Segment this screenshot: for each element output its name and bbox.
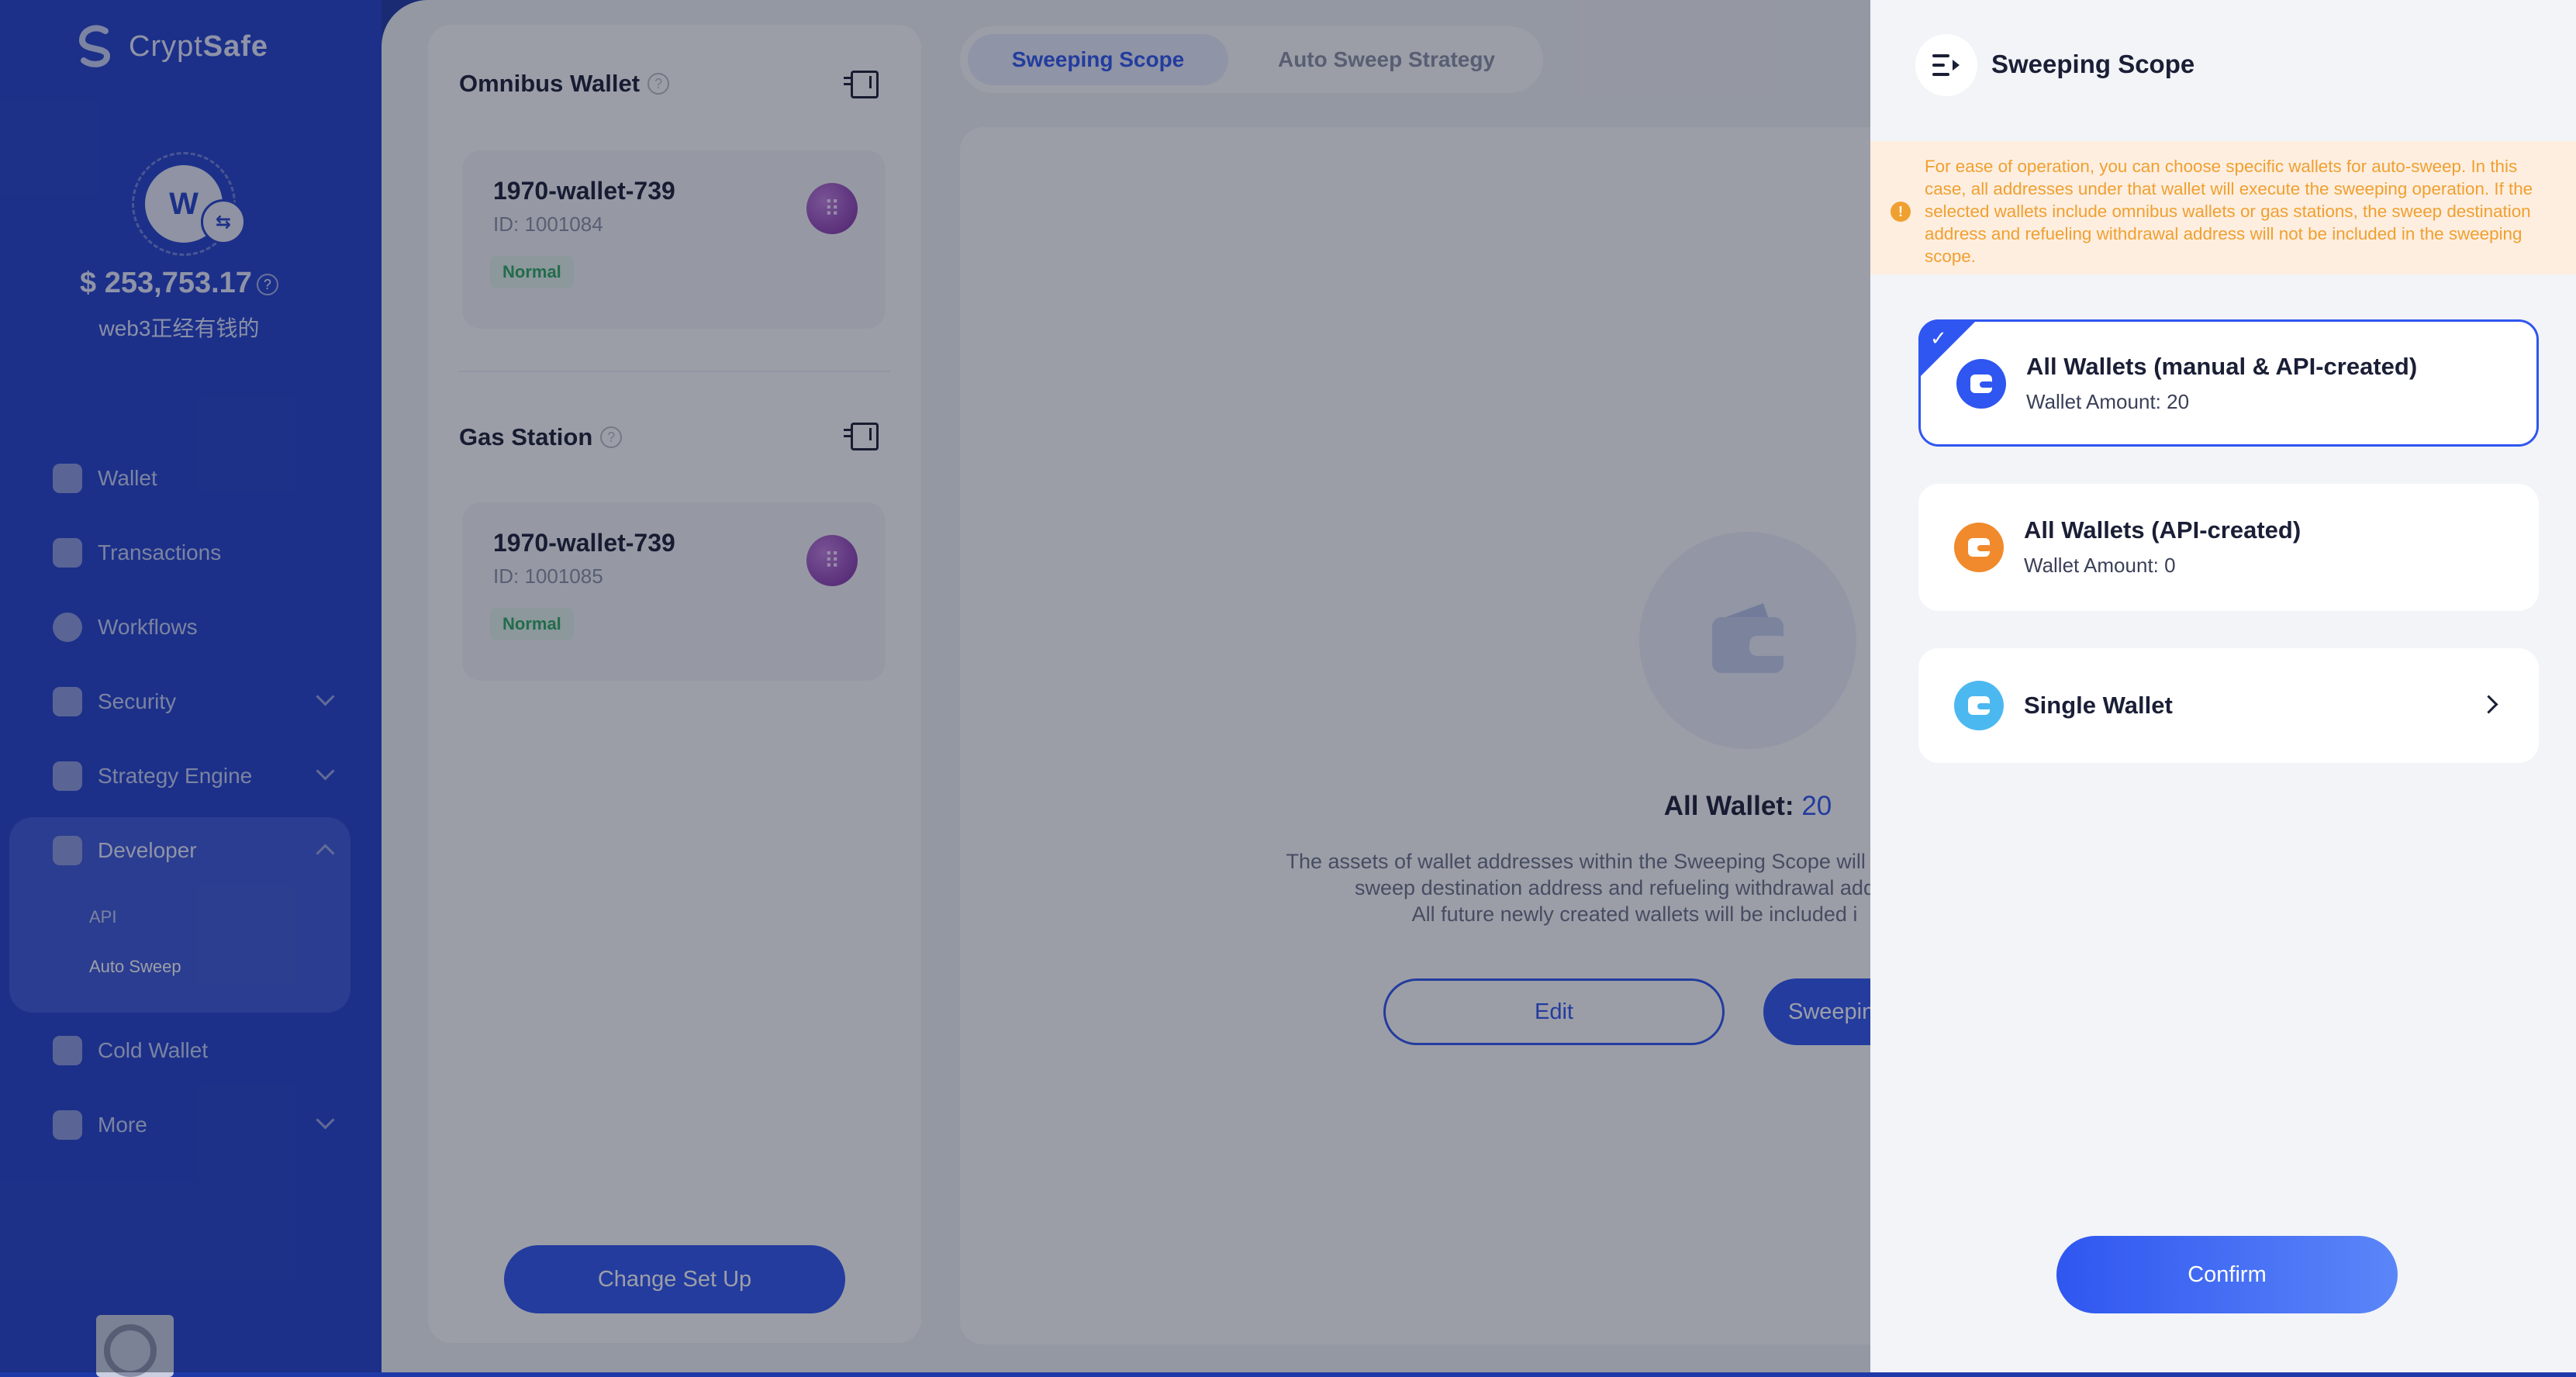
wallet-icon <box>1956 359 2006 409</box>
option-subtitle: Wallet Amount: 0 <box>2024 554 2176 577</box>
menu-collapse-icon <box>1932 54 1960 76</box>
chevron-right-icon <box>2479 695 2498 714</box>
option-title: Single Wallet <box>2024 692 2173 719</box>
modal-overlay[interactable] <box>0 0 1870 1372</box>
option-single-wallet[interactable]: Single Wallet <box>1918 648 2539 763</box>
drawer-title: Sweeping Scope <box>1991 50 2195 78</box>
notice-text: For ease of operation, you can choose sp… <box>1925 157 2533 266</box>
option-all-wallets-api[interactable]: All Wallets (API-created) Wallet Amount:… <box>1918 484 2539 611</box>
collapse-drawer-button[interactable] <box>1915 34 1977 96</box>
wallet-icon <box>1954 681 2004 730</box>
wallet-icon <box>1954 523 2004 572</box>
option-title: All Wallets (manual & API-created) <box>2026 353 2418 380</box>
confirm-button[interactable]: Confirm <box>2056 1236 2398 1313</box>
option-title: All Wallets (API-created) <box>2024 516 2301 544</box>
warning-icon: ! <box>1891 202 1911 222</box>
app-root: CryptSafe W ⇆ $ 253,753.17? web3正经有钱的 Wa… <box>0 0 2576 1377</box>
info-notice: ! For ease of operation, you can choose … <box>1870 141 2576 274</box>
option-subtitle: Wallet Amount: 20 <box>2026 390 2190 413</box>
option-all-wallets-manual-api[interactable]: ✓ All Wallets (manual & API-created) Wal… <box>1918 319 2539 447</box>
sweeping-scope-drawer: Sweeping Scope ! For ease of operation, … <box>1870 0 2576 1372</box>
check-icon: ✓ <box>1930 326 1947 350</box>
